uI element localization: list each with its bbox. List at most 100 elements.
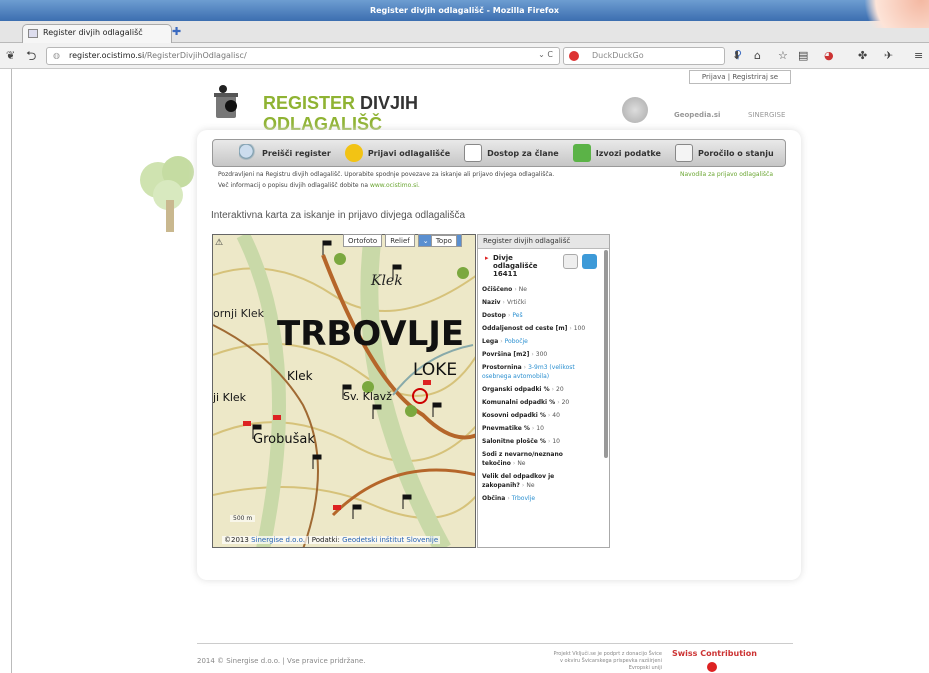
map-zoom-control[interactable]: ⚠ <box>215 238 223 248</box>
site-logo[interactable]: REGISTER DIVJIH ODLAGALIŠČ <box>211 80 541 134</box>
field-value: Ne <box>517 460 526 467</box>
decorative-corner <box>851 0 929 28</box>
field-key: Naziv <box>482 299 501 306</box>
map-view[interactable]: Klek ornji Klek TRBOVLJE LOKE Klek ji Kl… <box>212 234 476 548</box>
bookmark-star-icon[interactable]: ☆ <box>778 49 788 62</box>
map-label-trbovlje: TRBOVLJE <box>277 314 464 354</box>
sinergise-link[interactable]: Sinergise d.o.o. <box>251 536 305 544</box>
field-row: Komunalni odpadki % › 20 <box>482 398 600 407</box>
field-value[interactable]: Pobočje <box>505 338 528 345</box>
panel-title-2: odlagališče <box>493 262 538 270</box>
login-register-link[interactable]: Prijava | Registriraj se <box>689 70 791 84</box>
swiss-contribution-logo[interactable]: Swiss Contribution <box>672 649 757 658</box>
help-link[interactable]: Navodila za prijavo odlagališča <box>680 171 773 178</box>
url-host: register.ocistimo.si <box>69 51 145 60</box>
home-icon[interactable]: ⌂ <box>754 49 761 62</box>
field-value: 100 <box>573 325 586 332</box>
info-button[interactable] <box>582 254 597 269</box>
tab-groups-icon[interactable]: ❦ <box>6 49 15 62</box>
field-key: Salonitne plošče % <box>482 438 546 445</box>
decorative-tree-icon <box>140 156 194 232</box>
panel-title-1: Divje <box>493 254 513 262</box>
sinergise-logo[interactable]: SINERGISE <box>748 111 785 119</box>
panel-scrollbar[interactable] <box>604 250 608 458</box>
footer-copyright: 2014 © Sinergise d.o.o. | Vse pravice pr… <box>197 657 366 665</box>
topo-map: Klek ornji Klek TRBOVLJE LOKE Klek ji Kl… <box>213 235 475 547</box>
attrib-mid: | Podatki: <box>307 536 340 544</box>
warning-icon <box>344 144 363 162</box>
welcome-line2: Več informacij o popisu divjih odlagališ… <box>218 182 369 189</box>
browser-tab[interactable]: Register divjih odlagališč <box>22 24 172 43</box>
menu-status-report[interactable]: Poročilo o stanju <box>674 144 774 162</box>
panel-title: Divje odlagališče 16411 <box>493 254 538 278</box>
menu-search[interactable]: Preišči register <box>239 144 331 162</box>
partner-logos: Geopedia.si SINERGISE <box>622 97 792 123</box>
magnifier-icon <box>239 144 257 162</box>
layer-topo[interactable]: ⌄ Topo <box>417 234 462 247</box>
field-value: 40 <box>552 412 560 419</box>
ocistimo-link[interactable]: www.ocistimo.si. <box>370 182 420 189</box>
field-key: Pnevmatike % <box>482 425 530 432</box>
new-tab-icon[interactable]: ✚ <box>172 25 181 38</box>
addon3-icon[interactable]: ✈ <box>884 49 893 62</box>
swiss-flag-icon <box>707 662 717 672</box>
site-title: REGISTER DIVJIH ODLAGALIŠČ <box>263 93 541 135</box>
search-box[interactable]: DuckDuckGo ⚲ <box>563 47 742 65</box>
layer-topo-label: Topo <box>430 235 457 247</box>
window-titlebar: Register divjih odlagališč - Mozilla Fir… <box>0 0 929 21</box>
report-table-icon <box>674 144 693 162</box>
logo-word1: REGISTER <box>263 93 356 113</box>
map-label-klek-ji: ji Klek <box>213 391 247 404</box>
field-row: Oddaljenost od ceste [m] › 100 <box>482 324 600 333</box>
field-row: Organski odpadki % › 20 <box>482 385 600 394</box>
gis-link[interactable]: Geodetski inštitut Slovenije <box>342 536 438 544</box>
field-key: Prostornina <box>482 364 522 371</box>
field-row: Očiščeno › Ne <box>482 285 600 294</box>
field-row: Površina [m2] › 300 <box>482 350 600 359</box>
field-value[interactable]: Trbovlje <box>512 495 535 502</box>
zoom-to-button[interactable] <box>563 254 578 269</box>
back-button-icon[interactable]: ⮌ <box>26 47 36 69</box>
favicon-icon <box>28 29 38 38</box>
field-key: Komunalni odpadki % <box>482 399 556 406</box>
menu-icon[interactable]: ≡ <box>914 49 923 62</box>
field-key: Površina [m2] <box>482 351 530 358</box>
menu-export-label: Izvozi podatke <box>595 148 661 158</box>
map-label-klek-mid: Klek <box>287 369 313 383</box>
map-label-loke: LOKE <box>413 360 457 380</box>
reload-icon[interactable]: ⌄ C <box>538 50 553 59</box>
panel-title-3: 16411 <box>493 270 518 278</box>
map-label-klavz: Sv. Klavž <box>343 390 392 403</box>
field-row: Sodi z nevarno/neznano tekočino › Ne <box>482 450 600 468</box>
tab-bar: Register divjih odlagališč ✚ <box>0 21 929 43</box>
url-bar[interactable]: ◍ register.ocistimo.si/RegisterDivjihOdla… <box>46 47 560 65</box>
field-key: Oddaljenost od ceste [m] <box>482 325 568 332</box>
layer-ortofoto[interactable]: Ortofoto <box>343 234 383 247</box>
map-layer-switcher: Ortofoto Relief ⌄ Topo <box>343 234 462 247</box>
download-icon[interactable]: ⬇ <box>732 49 741 62</box>
menu-members[interactable]: Dostop za člane <box>464 144 559 162</box>
attrib-year: ©2013 <box>224 536 249 544</box>
layer-relief[interactable]: Relief <box>385 234 415 247</box>
field-value: 20 <box>561 399 570 406</box>
footer: 2014 © Sinergise d.o.o. | Vse pravice pr… <box>197 643 793 673</box>
map-scale: 500 m <box>230 515 256 522</box>
addon2-icon[interactable]: ✤ <box>858 49 867 62</box>
addon-icon[interactable]: ◕ <box>824 49 834 62</box>
bookmarks-menu-icon[interactable]: ▤ <box>798 49 808 62</box>
field-value: Ne <box>518 286 527 293</box>
window-title: Register divjih odlagališč - Mozilla Fir… <box>369 6 560 15</box>
map-label-klek-top: Klek <box>370 273 403 289</box>
menu-export[interactable]: Izvozi podatke <box>572 144 661 162</box>
menu-report[interactable]: Prijavi odlagališče <box>344 144 450 162</box>
trash-bin-icon <box>214 85 238 118</box>
field-row: Pnevmatike % › 10 <box>482 424 600 433</box>
globe-icon: ◍ <box>53 51 60 60</box>
field-value[interactable]: Peš <box>512 312 522 319</box>
panel-header: Register divjih odlagališč <box>478 235 609 249</box>
field-row: Salonitne plošče % › 10 <box>482 437 600 446</box>
field-row: Kosovni odpadki % › 40 <box>482 411 600 420</box>
geopedia-logo[interactable]: Geopedia.si <box>674 111 720 119</box>
duckduckgo-icon <box>569 51 579 61</box>
field-row: Naziv › Vrtički <box>482 298 600 307</box>
